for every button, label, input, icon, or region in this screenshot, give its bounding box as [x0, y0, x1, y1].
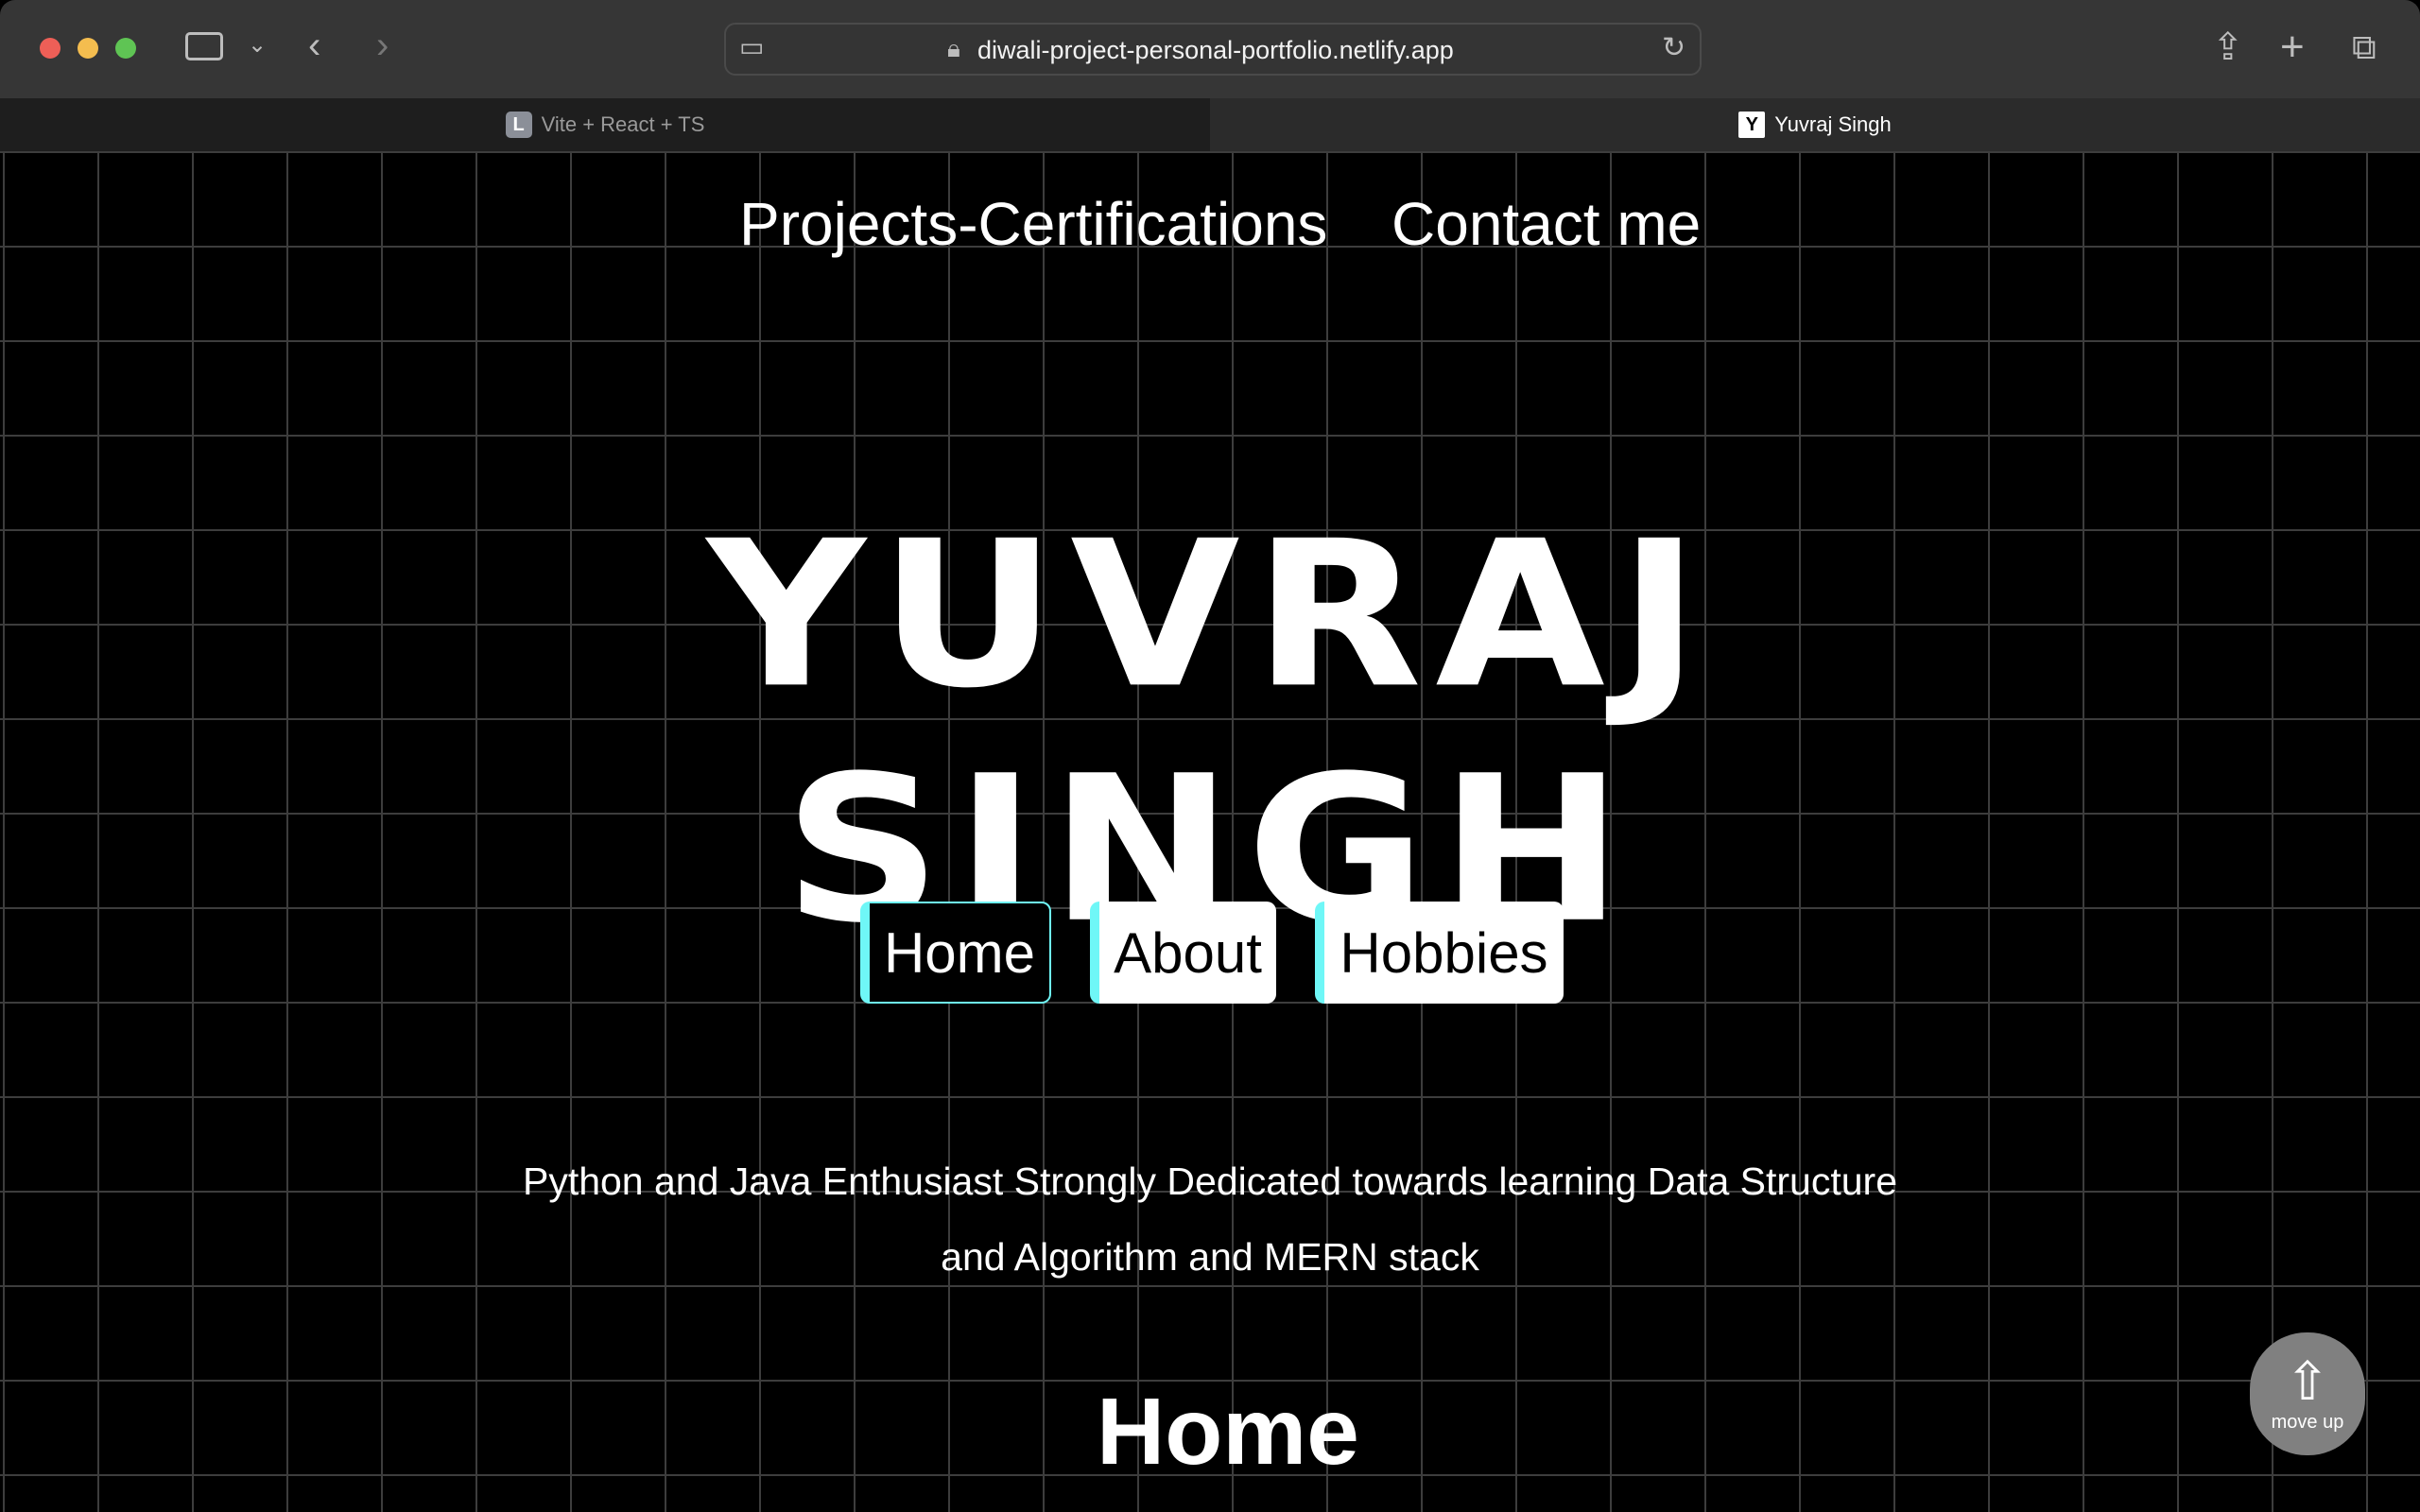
move-up-label: move up	[2271, 1411, 2344, 1433]
hero-title: YUVRAJ SINGH	[706, 497, 1714, 968]
hobbies-button[interactable]: Hobbies	[1315, 902, 1564, 1004]
favicon-icon: L	[505, 112, 532, 138]
close-window-button[interactable]	[40, 38, 60, 59]
nav-projects-certifications[interactable]: Projects-Certifications	[739, 189, 1327, 259]
chevron-down-icon[interactable]: ⌄	[248, 34, 267, 57]
nav-contact[interactable]: Contact me	[1392, 189, 1701, 259]
reload-icon[interactable]: ↻	[1662, 34, 1685, 62]
favicon-icon: Y	[1738, 112, 1766, 138]
description: Python and Java Enthusiast Strongly Dedi…	[454, 1143, 1966, 1295]
move-up-button[interactable]: ⇧ move up	[2250, 1332, 2365, 1455]
browser-toolbar: ⌄ ‹ › ▭ 🔒︎ diwali-project-personal-portf…	[0, 0, 2420, 98]
forward-icon[interactable]: ›	[376, 26, 389, 64]
tab-label: Vite + React + TS	[541, 112, 705, 136]
tab-vite[interactable]: L Vite + React + TS	[0, 98, 1210, 151]
minimize-window-button[interactable]	[78, 38, 98, 59]
tab-yuvraj[interactable]: Y Yuvraj Singh	[1210, 98, 2420, 151]
description-line: and Algorithm and MERN stack	[941, 1235, 1479, 1279]
tab-overview-icon[interactable]: ⧉	[2352, 30, 2377, 64]
page-settings-icon[interactable]: ▭	[739, 34, 764, 60]
section-heading: Home	[1097, 1379, 1359, 1485]
back-icon[interactable]: ‹	[308, 26, 320, 64]
page-content: Projects-Certifications Contact me YUVRA…	[0, 151, 2420, 1512]
url-text[interactable]: diwali-project-personal-portfolio.netlif…	[977, 36, 1454, 65]
home-button[interactable]: Home	[860, 902, 1051, 1004]
tab-label: Yuvraj Singh	[1774, 112, 1892, 136]
lock-icon: 🔒︎	[947, 34, 960, 62]
maximize-window-button[interactable]	[115, 38, 136, 59]
new-tab-icon[interactable]: +	[2280, 26, 2305, 68]
description-line: Python and Java Enthusiast Strongly Dedi…	[522, 1160, 1898, 1203]
tab-bar: L Vite + React + TS Y Yuvraj Singh	[0, 98, 2420, 151]
address-bar[interactable]: ▭ 🔒︎ diwali-project-personal-portfolio.n…	[724, 23, 1702, 76]
about-button[interactable]: About	[1090, 902, 1276, 1004]
sidebar-icon[interactable]	[185, 32, 223, 60]
arrow-up-icon: ⇧	[2285, 1350, 2330, 1411]
share-icon[interactable]: ⇪	[2212, 28, 2244, 66]
